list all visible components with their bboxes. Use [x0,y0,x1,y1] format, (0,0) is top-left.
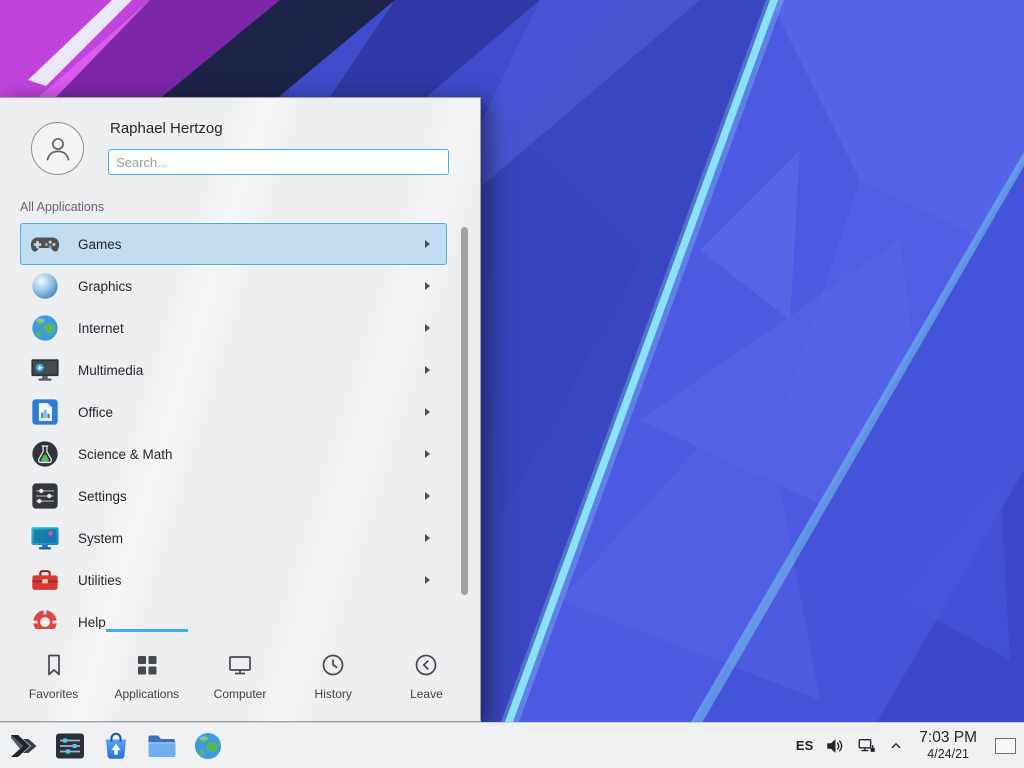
category-system[interactable]: System [20,517,447,559]
app-launcher-icon [8,730,40,762]
category-games[interactable]: Games [20,223,447,265]
launcher-tab-bar: Favorites Applications Computer [0,629,480,723]
submenu-arrow-icon [425,282,430,290]
office-icon [30,397,60,427]
multimedia-icon [30,355,60,385]
taskbar-launcher-area [0,729,224,762]
user-icon [41,132,75,166]
tab-label: Applications [114,687,179,701]
submenu-arrow-icon [425,366,430,374]
app-launcher-button[interactable] [7,729,40,762]
category-list: Games Graphics [20,223,447,629]
utilities-icon [30,565,60,595]
keyboard-layout-indicator[interactable]: ES [796,738,813,753]
app-grid-icon [134,652,160,678]
discover-button[interactable] [99,729,132,762]
science-math-icon [30,439,60,469]
category-label: Graphics [78,279,425,294]
games-icon [30,229,60,259]
user-avatar[interactable] [31,122,84,175]
graphics-icon [30,271,60,301]
category-label: Office [78,405,425,420]
category-multimedia[interactable]: Multimedia [20,349,447,391]
submenu-arrow-icon [425,450,430,458]
tab-computer[interactable]: Computer [193,629,286,723]
section-label: All Applications [20,200,104,214]
category-label: Games [78,237,425,252]
search-input[interactable] [108,149,449,175]
category-label: Internet [78,321,425,336]
scrollbar[interactable] [461,227,468,595]
bookmark-icon [41,652,67,678]
category-label: Multimedia [78,363,425,378]
system-tray: ES 7:03 PM 4/ [796,729,1024,762]
category-graphics[interactable]: Graphics [20,265,447,307]
submenu-arrow-icon [425,324,430,332]
submenu-arrow-icon [425,240,430,248]
clock[interactable]: 7:03 PM 4/24/21 [919,729,977,762]
tab-label: History [315,687,352,701]
user-name: Raphael Hertzog [110,120,223,137]
category-help[interactable]: Help [20,601,447,629]
tab-label: Computer [214,687,267,701]
show-desktop-button[interactable] [995,738,1016,754]
sliders-app-icon [54,730,86,762]
discover-icon [100,730,132,762]
category-label: Utilities [78,573,425,588]
clock-date: 4/24/21 [919,747,977,762]
submenu-arrow-icon [425,534,430,542]
tab-leave[interactable]: Leave [380,629,473,723]
category-science-math[interactable]: Science & Math [20,433,447,475]
computer-icon [227,652,253,678]
web-browser-icon [192,730,224,762]
category-label: Science & Math [78,447,425,462]
category-office[interactable]: Office [20,391,447,433]
category-internet[interactable]: Internet [20,307,447,349]
category-label: Settings [78,489,425,504]
sliders-app-button[interactable] [53,729,86,762]
category-utilities[interactable]: Utilities [20,559,447,601]
settings-icon [30,481,60,511]
submenu-arrow-icon [425,492,430,500]
category-label: Help [78,615,437,630]
taskbar: ES 7:03 PM 4/ [0,722,1024,768]
volume-icon[interactable] [825,736,845,756]
internet-icon [30,313,60,343]
application-launcher-menu: Raphael Hertzog All Applications Games [0,97,481,722]
history-clock-icon [320,652,346,678]
tab-history[interactable]: History [287,629,380,723]
file-manager-button[interactable] [145,729,178,762]
leave-icon [413,652,439,678]
tab-label: Leave [410,687,443,701]
category-label: System [78,531,425,546]
tab-applications[interactable]: Applications [100,629,193,723]
tab-label: Favorites [29,687,78,701]
help-icon [30,607,60,629]
tab-favorites[interactable]: Favorites [7,629,100,723]
web-browser-button[interactable] [191,729,224,762]
submenu-arrow-icon [425,576,430,584]
category-settings[interactable]: Settings [20,475,447,517]
system-icon [30,523,60,553]
network-icon[interactable] [857,736,877,756]
expand-tray-icon[interactable] [889,739,903,753]
submenu-arrow-icon [425,408,430,416]
file-manager-icon [146,730,178,762]
clock-time: 7:03 PM [919,729,977,747]
